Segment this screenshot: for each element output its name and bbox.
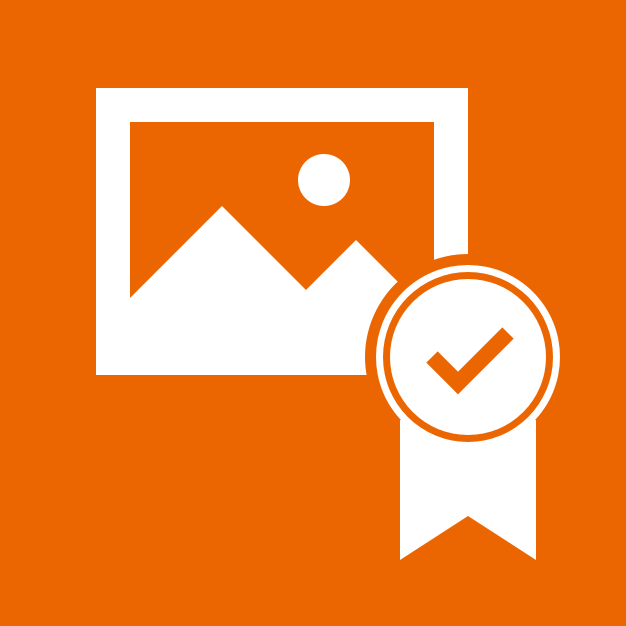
certified-image-icon: [0, 0, 626, 626]
award-badge-icon: [390, 279, 546, 435]
certified-image-tile: [0, 0, 626, 626]
sun-icon: [298, 154, 350, 206]
